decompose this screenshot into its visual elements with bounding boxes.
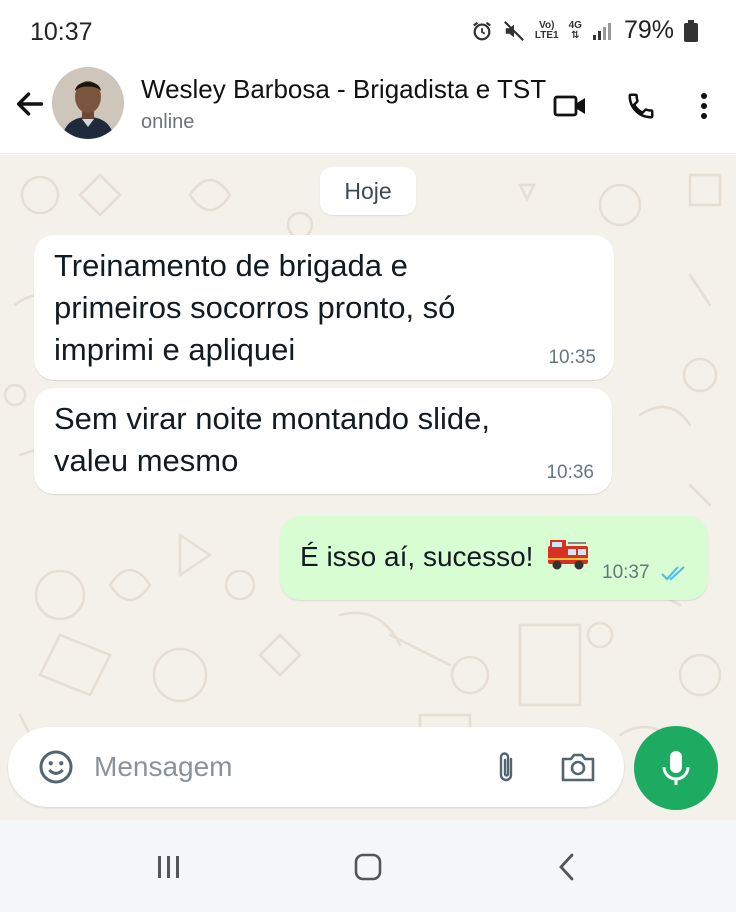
network-type-label: 4G bbox=[568, 19, 582, 31]
mic-icon[interactable] bbox=[634, 726, 718, 810]
message-bubble-incoming[interactable]: Sem virar noite montando slide, valeu me… bbox=[34, 388, 612, 494]
chat-area[interactable]: Hoje Treinamento de brigada e primeiros … bbox=[0, 155, 736, 820]
mute-icon bbox=[503, 20, 525, 42]
home-icon[interactable] bbox=[343, 842, 393, 892]
message-time: 10:35 bbox=[548, 347, 596, 368]
lte-label: LTE1 bbox=[534, 29, 559, 41]
volte-indicator: Vo) LTE1 bbox=[534, 19, 559, 41]
message-line: imprimi e apliquei bbox=[54, 332, 296, 367]
phone-icon[interactable] bbox=[621, 86, 661, 126]
emoji-icon[interactable] bbox=[36, 747, 76, 787]
message-bubble-incoming[interactable]: Treinamento de brigada e primeiros socor… bbox=[34, 235, 614, 380]
system-nav-bar bbox=[0, 820, 736, 912]
message-line: primeiros socorros pronto, só bbox=[54, 290, 456, 325]
contact-name[interactable]: Wesley Barbosa - Brigadista e TST bbox=[141, 74, 546, 105]
status-bar: 10:37 Vo) LTE1 4G ⇅ 79% bbox=[0, 0, 736, 62]
camera-icon[interactable] bbox=[558, 747, 598, 787]
fire-engine-emoji bbox=[546, 538, 590, 577]
battery-percentage: 79% bbox=[623, 16, 674, 44]
message-line: Treinamento de brigada e bbox=[54, 248, 408, 283]
network-type-indicator: 4G ⇅ bbox=[568, 19, 582, 41]
alarm-icon bbox=[471, 20, 493, 42]
avatar[interactable] bbox=[52, 67, 124, 139]
recent-apps-icon[interactable] bbox=[144, 842, 194, 892]
message-composer bbox=[8, 727, 624, 807]
status-icons: Vo) LTE1 4G ⇅ 79% bbox=[471, 16, 698, 45]
nav-back-icon[interactable] bbox=[542, 842, 592, 892]
message-bubble-outgoing[interactable]: É isso aí, sucesso! 10:37 bbox=[280, 516, 708, 600]
message-input[interactable] bbox=[94, 745, 464, 789]
video-call-icon[interactable] bbox=[550, 86, 590, 126]
chat-header: Wesley Barbosa - Brigadista e TST online bbox=[0, 62, 736, 154]
attach-icon[interactable] bbox=[486, 747, 526, 787]
status-time: 10:37 bbox=[30, 18, 93, 46]
message-time: 10:36 bbox=[546, 462, 594, 483]
message-text: É isso aí, sucesso! bbox=[300, 541, 534, 572]
contact-status: online bbox=[141, 111, 195, 133]
date-chip: Hoje bbox=[320, 167, 416, 215]
message-line: valeu mesmo bbox=[54, 443, 239, 478]
more-vert-icon[interactable] bbox=[684, 86, 724, 126]
message-time: 10:37 bbox=[602, 562, 650, 583]
volte-label: Vo) bbox=[539, 19, 555, 31]
battery-icon bbox=[684, 19, 698, 42]
back-arrow-icon[interactable] bbox=[10, 84, 50, 124]
read-ticks-icon bbox=[661, 566, 685, 581]
signal-icon bbox=[592, 21, 614, 41]
message-line: Sem virar noite montando slide, bbox=[54, 401, 490, 436]
